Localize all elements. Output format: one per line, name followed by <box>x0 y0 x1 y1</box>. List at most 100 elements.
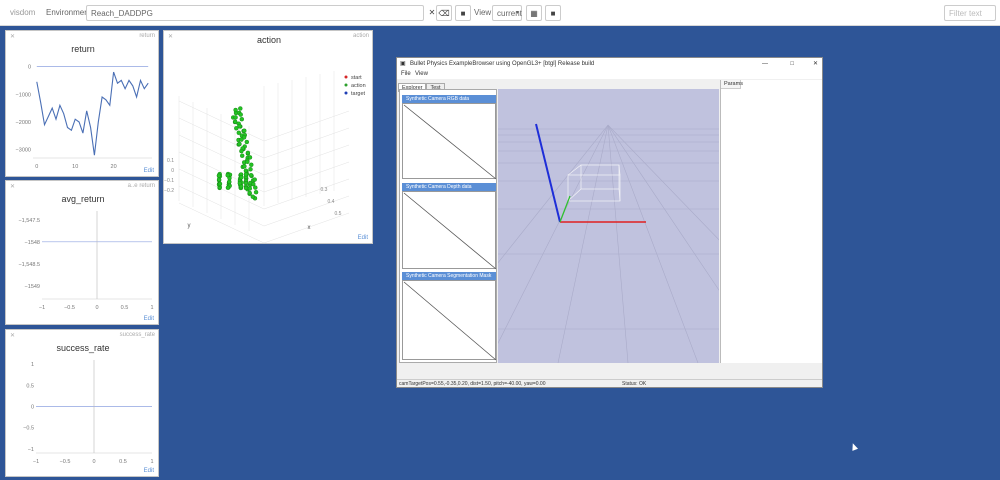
y-tick-label: 0.1 <box>167 158 174 164</box>
action-point <box>247 190 252 196</box>
action-point <box>227 179 232 185</box>
x-tick-label: 0.5 <box>335 211 342 217</box>
grid-icon[interactable]: ▦ <box>526 5 542 21</box>
menu-view[interactable]: View <box>415 70 428 79</box>
z-axis-line <box>535 123 561 223</box>
camera-seg-header[interactable]: Synthetic Camera Segmentation Mask <box>402 272 496 280</box>
edit-link[interactable]: Edit <box>144 316 154 322</box>
workspace: ✕ return return 0 −1000 −2000 −3000 0 10 20 Edit… <box>0 26 1000 480</box>
x-tick-label: 10 <box>72 164 78 170</box>
grid-line <box>263 212 350 244</box>
action-point <box>239 148 244 154</box>
y-tick-label: 0 <box>171 168 174 174</box>
target-box <box>567 164 621 202</box>
edit-link[interactable]: Edit <box>144 168 154 174</box>
action-point <box>237 141 242 147</box>
app-icon: ▣ <box>400 61 406 67</box>
return-chart: return 0 −1000 −2000 −3000 0 10 20 <box>16 44 152 170</box>
menu-file[interactable]: File <box>401 70 411 79</box>
y-tick-label: −1000 <box>16 92 31 98</box>
series-line <box>36 71 149 156</box>
pane-return[interactable]: ✕ return return 0 −1000 −2000 −3000 0 10 20 Edit <box>5 30 159 177</box>
chart-title: success_rate <box>56 343 109 353</box>
minimize-icon[interactable]: — <box>762 58 768 70</box>
action-point <box>248 167 253 172</box>
legend-marker <box>344 83 348 87</box>
x-tick-label: 0.3 <box>321 187 328 193</box>
action-point <box>225 185 231 190</box>
window-titlebar[interactable]: ▣ Bullet Physics ExampleBrowser using Op… <box>397 58 822 70</box>
x-tick-label: 0 <box>35 164 38 170</box>
grid-line <box>178 117 265 159</box>
action-point <box>247 186 253 191</box>
action-point <box>233 107 238 113</box>
success-rate-chart: success_rate 1 0.5 0 −0.5 −1 −1 −0.5 0 0.5 1 <box>23 343 153 465</box>
maximize-icon[interactable]: □ <box>790 58 794 70</box>
camera-rgb-header[interactable]: Synthetic Camera RGB data <box>402 95 496 103</box>
camera-depth-image <box>402 191 497 270</box>
grid-line <box>263 144 350 176</box>
grid-line <box>263 127 350 159</box>
camera-depth-header[interactable]: Synthetic Camera Depth data <box>402 183 496 191</box>
env-label: Environment <box>46 8 91 17</box>
action-point <box>243 180 249 186</box>
status-bar: camTargetPos=0.55,-0.35,0.20, dist=1.50,… <box>397 379 822 387</box>
edit-link[interactable]: Edit <box>144 468 154 474</box>
menubar: File View <box>397 70 822 79</box>
x-tick-label: −1 <box>39 305 45 311</box>
view-label: View <box>474 8 492 17</box>
y-tick-label: −0.2 <box>164 188 174 194</box>
legend-label: action <box>351 83 366 89</box>
grid-line <box>263 161 350 193</box>
folder-icon[interactable]: ■ <box>545 5 561 21</box>
grid-line <box>178 100 265 142</box>
chart-title: action <box>257 35 281 45</box>
pane-success-rate[interactable]: ✕ success_rate success_rate 1 0.5 0 −0.5 −1 −1−… <box>5 329 159 477</box>
params-label: Params <box>721 80 743 89</box>
chart-title: return <box>71 44 95 54</box>
action-point <box>216 173 222 178</box>
action-point <box>248 172 254 178</box>
action-point <box>250 194 256 199</box>
pane-action[interactable]: ✕ action action start action target x y 0.3 0.4 0… <box>163 30 373 244</box>
y-tick-label: 0.5 <box>26 383 34 389</box>
legend-label: target <box>351 91 366 97</box>
action-point <box>253 185 258 190</box>
action-point <box>238 112 243 117</box>
grid-line <box>263 110 350 142</box>
action-point <box>249 162 254 168</box>
pane-avg-return[interactable]: ✕ a..e return avg_return −1,547.5 −1548 −1,5… <box>5 180 159 325</box>
x-tick-label: 1 <box>150 459 153 465</box>
action-point <box>243 172 249 177</box>
x-tick-label: 1 <box>150 305 153 311</box>
folder-icon[interactable]: ■ <box>455 5 471 21</box>
x-tick-label: 0.5 <box>119 459 127 465</box>
x-tick-label: 0 <box>92 459 95 465</box>
y-tick-label: 0 <box>28 65 31 71</box>
action-point <box>243 185 249 191</box>
camera-list: Synthetic Camera RGB data Synthetic Came… <box>399 89 497 363</box>
eraser-icon[interactable]: ⌫ <box>436 5 452 21</box>
x-tick-label: 0 <box>95 305 98 311</box>
env-select[interactable]: Reach_DADDPG <box>86 5 424 21</box>
scene-render <box>498 123 719 363</box>
close-icon[interactable]: ✕ <box>813 58 818 70</box>
x-tick-label: −0.5 <box>60 459 71 465</box>
action-point <box>239 137 244 142</box>
y-tick-label: −0.1 <box>164 178 174 184</box>
action-3d-chart: action start action target x y 0.30.40.5 0.1 0 −0… <box>164 35 366 244</box>
legend-marker <box>344 91 348 95</box>
camera-rgb-image <box>402 103 497 180</box>
3d-viewport[interactable] <box>498 89 719 363</box>
y-tick-label: −1,547.5 <box>18 218 40 224</box>
action-point <box>253 189 259 195</box>
bullet-window[interactable]: ▣ Bullet Physics ExampleBrowser using Op… <box>396 57 823 388</box>
edit-link[interactable]: Edit <box>358 235 368 241</box>
action-point <box>245 150 251 156</box>
brand-label: visdom <box>10 8 36 17</box>
window-title: Bullet Physics ExampleBrowser using Open… <box>410 61 595 67</box>
action-point <box>239 175 244 180</box>
visdom-toolbar: visdom Environment Reach_DADDPG ✕ ⌫ ■ Vi… <box>0 0 1000 26</box>
action-point <box>217 181 223 187</box>
filter-input[interactable]: Filter text <box>944 5 996 21</box>
